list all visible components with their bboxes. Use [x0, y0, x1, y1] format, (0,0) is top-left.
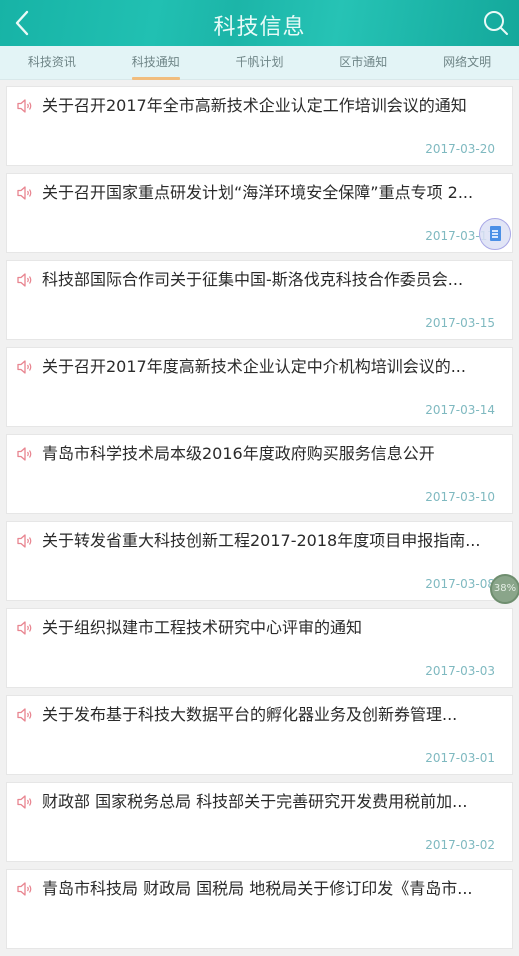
- speaker-icon: [17, 99, 32, 113]
- search-button[interactable]: [481, 8, 511, 38]
- list-item[interactable]: 关于召开国家重点研发计划“海洋环境安全保障”重点专项 2... 2017-03-…: [6, 173, 513, 253]
- category-tabs: 科技资讯 科技通知 千帆计划 区市通知 网络文明: [0, 46, 519, 80]
- item-date: 2017-03-08: [425, 577, 495, 591]
- list-item[interactable]: 青岛市科技局 财政局 国税局 地税局关于修订印发《青岛市...: [6, 869, 513, 949]
- tab-tech-notices[interactable]: 科技通知: [104, 46, 208, 80]
- item-date: 2017-03-14: [425, 403, 495, 417]
- floating-progress-badge[interactable]: 38%: [490, 574, 519, 604]
- item-title: 关于转发省重大科技创新工程2017-2018年度项目申报指南...: [42, 531, 481, 550]
- speaker-icon: [17, 534, 32, 548]
- item-title: 科技部国际合作司关于征集中国-斯洛伐克科技合作委员会...: [42, 270, 464, 289]
- speaker-icon: [17, 186, 32, 200]
- speaker-icon: [17, 708, 32, 722]
- list-item[interactable]: 关于召开2017年度高新技术企业认定中介机构培训会议的... 2017-03-1…: [6, 347, 513, 427]
- speaker-icon: [17, 621, 32, 635]
- notice-list: 关于召开2017年全市高新技术企业认定工作培训会议的通知 2017-03-20 …: [0, 86, 519, 956]
- item-title: 关于召开2017年全市高新技术企业认定工作培训会议的通知: [42, 96, 467, 115]
- speaker-icon: [17, 447, 32, 461]
- item-title: 关于召开2017年度高新技术企业认定中介机构培训会议的...: [42, 357, 466, 376]
- item-title: 关于组织拟建市工程技术研究中心评审的通知: [42, 618, 363, 637]
- floating-document-button[interactable]: [479, 218, 511, 250]
- item-title: 青岛市科技局 财政局 国税局 地税局关于修订印发《青岛市...: [42, 879, 473, 898]
- item-date: 2017-03-02: [425, 838, 495, 852]
- item-date: 2017-03-01: [425, 751, 495, 765]
- tab-tech-news[interactable]: 科技资讯: [0, 46, 104, 79]
- item-date: 2017-03-20: [425, 142, 495, 156]
- speaker-icon: [17, 273, 32, 287]
- page-title: 科技信息: [213, 15, 306, 40]
- list-item[interactable]: 财政部 国家税务总局 科技部关于完善研究开发费用税前加... 2017-03-0…: [6, 782, 513, 862]
- tab-district-notices[interactable]: 区市通知: [311, 46, 415, 79]
- list-item[interactable]: 关于发布基于科技大数据平台的孵化器业务及创新券管理... 2017-03-01: [6, 695, 513, 775]
- tab-qianfan-plan[interactable]: 千帆计划: [208, 46, 312, 79]
- speaker-icon: [17, 882, 32, 896]
- list-item[interactable]: 青岛市科学技术局本级2016年度政府购买服务信息公开 2017-03-10: [6, 434, 513, 514]
- tab-internet-civility[interactable]: 网络文明: [415, 46, 519, 79]
- list-item[interactable]: 关于转发省重大科技创新工程2017-2018年度项目申报指南... 2017-0…: [6, 521, 513, 601]
- item-title: 青岛市科学技术局本级2016年度政府购买服务信息公开: [42, 444, 435, 463]
- search-icon: [484, 11, 508, 35]
- item-title: 财政部 国家税务总局 科技部关于完善研究开发费用税前加...: [42, 792, 468, 811]
- item-date: 2017-03-15: [425, 316, 495, 330]
- item-date: 2017-03-03: [425, 664, 495, 678]
- speaker-icon: [17, 360, 32, 374]
- list-item[interactable]: 科技部国际合作司关于征集中国-斯洛伐克科技合作委员会... 2017-03-15: [6, 260, 513, 340]
- list-item[interactable]: 关于组织拟建市工程技术研究中心评审的通知 2017-03-03: [6, 608, 513, 688]
- app-header: 科技信息: [0, 0, 519, 46]
- speaker-icon: [17, 795, 32, 809]
- document-icon: [490, 226, 501, 241]
- list-item[interactable]: 关于召开2017年全市高新技术企业认定工作培训会议的通知 2017-03-20: [6, 86, 513, 166]
- item-title: 关于召开国家重点研发计划“海洋环境安全保障”重点专项 2...: [42, 183, 474, 202]
- item-date: 2017-03-10: [425, 490, 495, 504]
- item-title: 关于发布基于科技大数据平台的孵化器业务及创新券管理...: [42, 705, 458, 724]
